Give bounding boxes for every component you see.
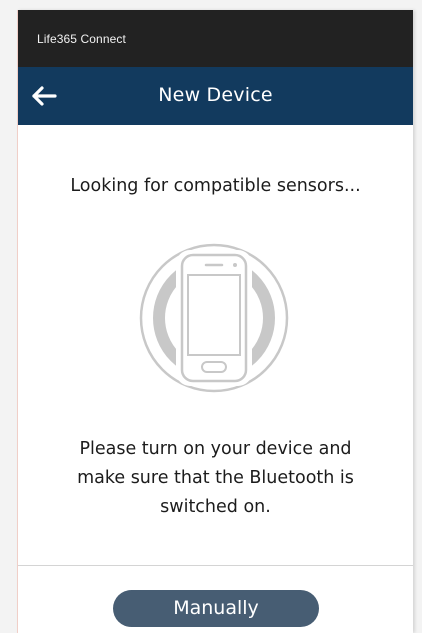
status-bar: Life365 Connect	[18, 10, 413, 67]
app-screen: Life365 Connect New Device Looking for c…	[17, 10, 413, 633]
instruction-line: make sure that the Bluetooth is	[77, 468, 354, 488]
searching-status-text: Looking for compatible sensors...	[70, 176, 361, 196]
status-bar-app-name: Life365 Connect	[37, 32, 126, 46]
phone-wireless-icon	[138, 242, 290, 394]
instruction-line: Please turn on your device and	[79, 439, 352, 459]
manually-button[interactable]: Manually	[113, 590, 319, 627]
instruction-line: switched on.	[160, 497, 271, 517]
instruction-text: Please turn on your device and make sure…	[38, 435, 393, 522]
app-bar: New Device	[18, 67, 413, 125]
footer-divider	[18, 565, 413, 566]
page-title: New Device	[158, 84, 273, 106]
